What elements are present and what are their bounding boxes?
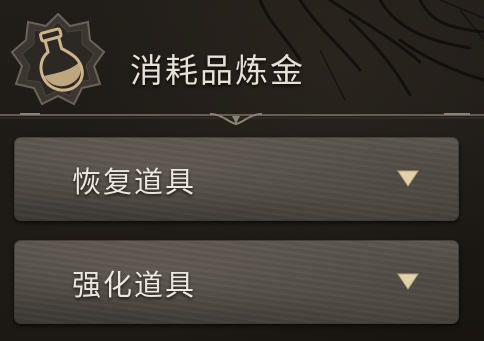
page-title: 消耗品炼金 bbox=[130, 51, 305, 90]
chevron-down-icon[interactable] bbox=[397, 272, 419, 290]
ornamental-divider bbox=[0, 113, 484, 126]
potion-flask-icon bbox=[10, 12, 106, 106]
category-label: 恢复道具 bbox=[72, 165, 197, 199]
category-label: 强化道具 bbox=[72, 268, 197, 302]
category-enhancement-items[interactable]: 强化道具 bbox=[14, 240, 459, 324]
chevron-down-icon[interactable] bbox=[397, 169, 419, 187]
category-recovery-items[interactable]: 恢复道具 bbox=[14, 137, 459, 221]
